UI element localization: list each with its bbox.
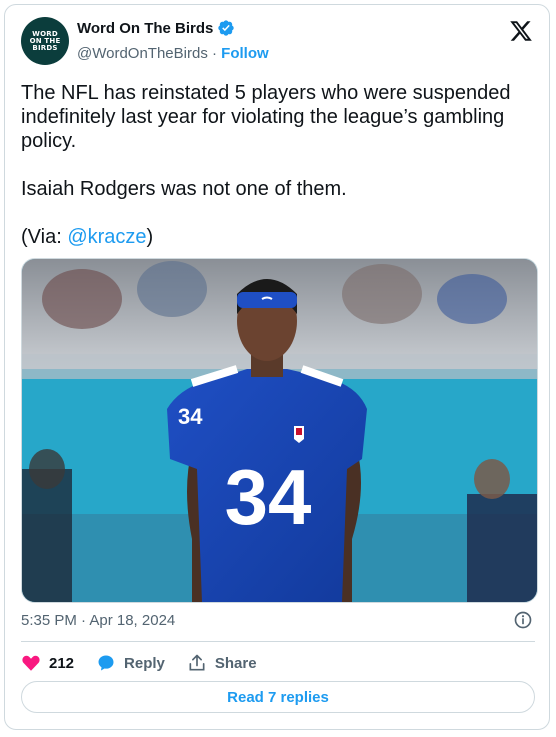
heart-icon	[22, 655, 40, 671]
follow-button[interactable]: Follow	[221, 45, 269, 62]
reply-button[interactable]: Reply	[96, 653, 165, 673]
x-logo-icon[interactable]	[509, 19, 533, 43]
via-suffix: )	[146, 226, 154, 248]
share-label: Share	[214, 654, 257, 672]
read-replies-button[interactable]: Read 7 replies	[21, 681, 535, 713]
verified-badge-icon	[218, 20, 235, 36]
sleeve-number: 34	[178, 404, 203, 429]
avatar-text-line-3: BIRDS	[32, 43, 58, 52]
tweet-photo[interactable]: 34 34	[21, 258, 538, 603]
football-player-photo: 34 34	[22, 259, 537, 602]
divider	[21, 641, 535, 642]
share-icon	[189, 654, 205, 671]
reply-label: Reply	[124, 654, 165, 672]
author-name[interactable]: Word On The Birds	[77, 20, 213, 37]
avatar[interactable]: WORD ON THE BIRDS	[21, 17, 69, 65]
action-bar: 212 Reply Share	[21, 653, 279, 673]
mention-link[interactable]: @kracze	[67, 226, 146, 248]
timestamp[interactable]: 5:35 PM · Apr 18, 2024	[21, 612, 175, 629]
author-name-row: Word On The Birds	[77, 19, 235, 37]
tweet-text: The NFL has reinstated 5 players who wer…	[21, 81, 533, 273]
via-prefix: (Via:	[21, 226, 68, 248]
share-button[interactable]: Share	[187, 653, 257, 673]
handle-separator: ·	[212, 45, 217, 62]
tweet-card: WORD ON THE BIRDS Word On The Birds @Wor…	[4, 4, 550, 730]
tweet-paragraph-2: Isaiah Rodgers was not one of them.	[21, 178, 347, 200]
reply-bubble-icon	[98, 655, 114, 671]
tweet-via-line: (Via: @kracze)	[21, 225, 533, 249]
like-button[interactable]: 212	[21, 653, 74, 673]
tweet-paragraph-1: The NFL has reinstated 5 players who wer…	[21, 82, 511, 152]
info-icon[interactable]	[513, 610, 533, 630]
jersey-number: 34	[225, 453, 312, 541]
author-handle-row: @WordOnTheBirds · Follow	[77, 45, 269, 62]
like-count: 212	[49, 654, 75, 672]
author-handle[interactable]: @WordOnTheBirds	[77, 45, 208, 62]
